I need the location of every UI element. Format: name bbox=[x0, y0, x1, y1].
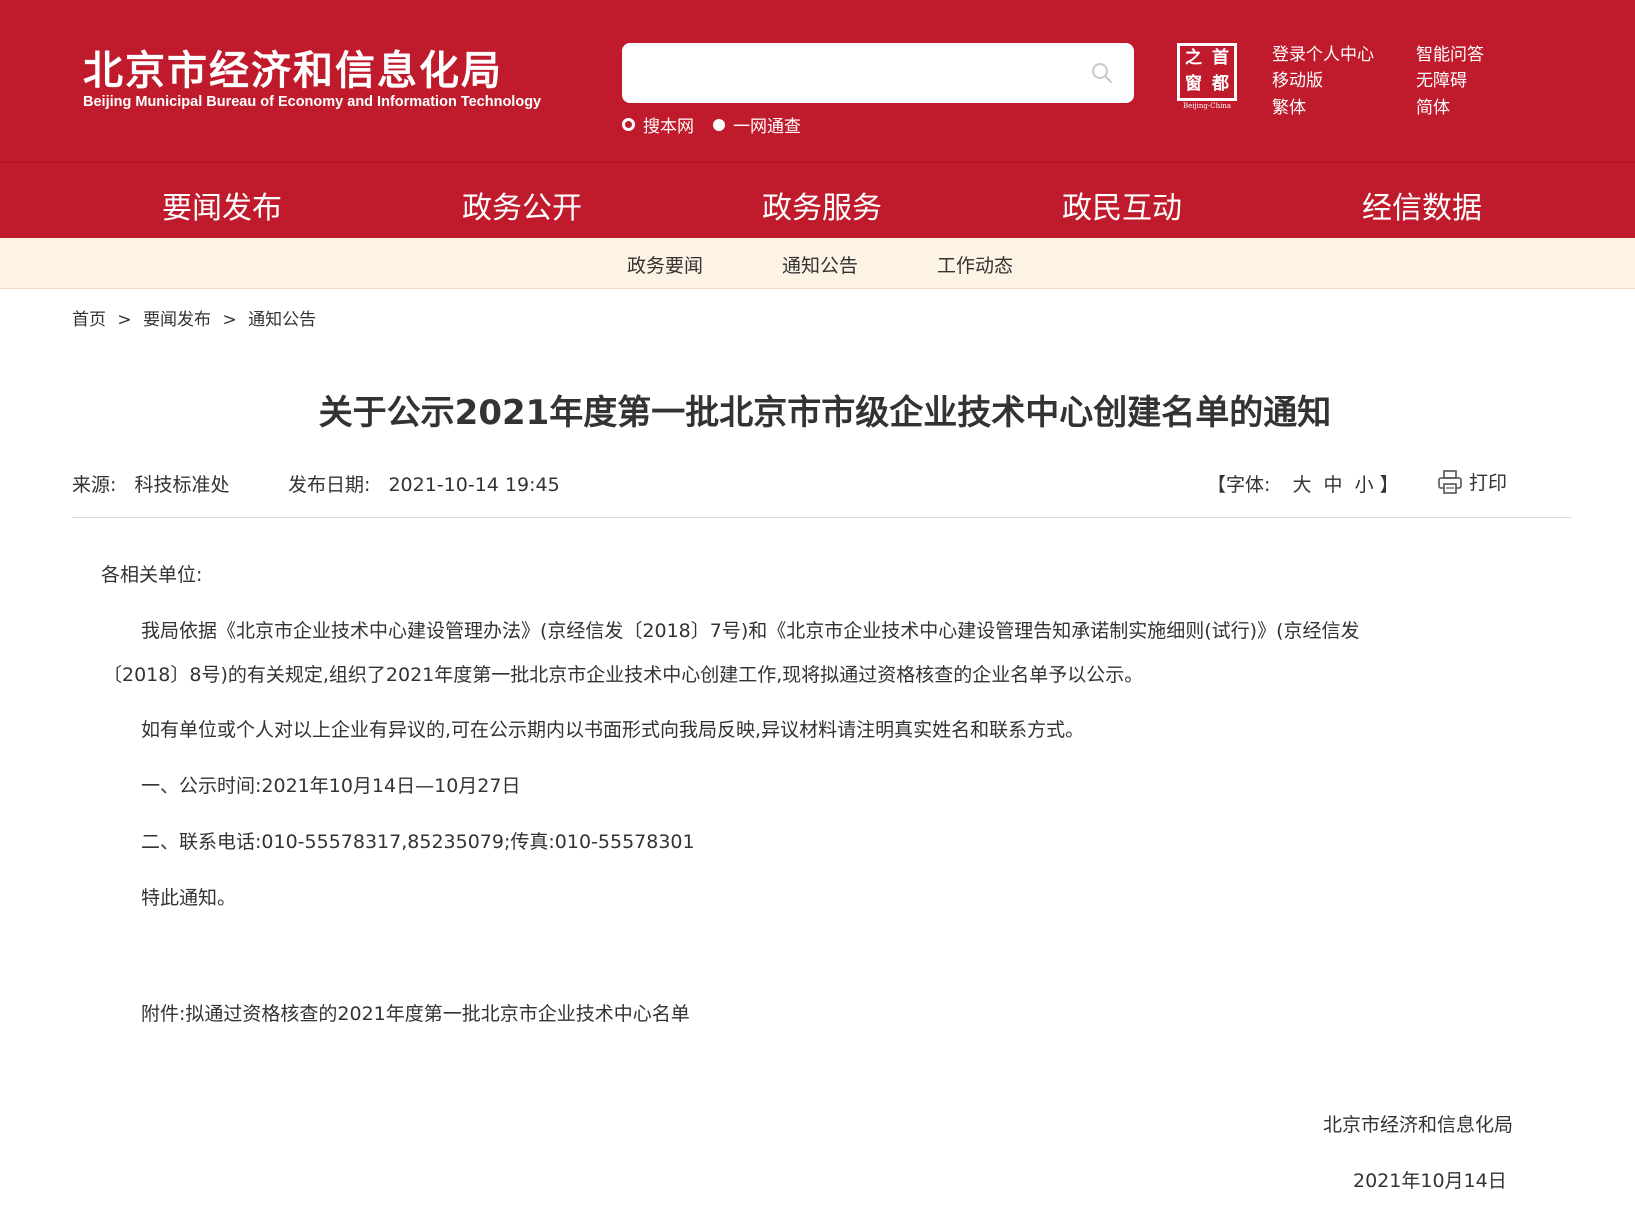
breadcrumb-home[interactable]: 首页 bbox=[72, 310, 106, 330]
paragraph-2: 如有单位或个人对以上企业有异议的,可在公示期内以书面形式向我局反映,异议材料请注… bbox=[141, 719, 1085, 741]
printer-icon bbox=[1438, 469, 1462, 494]
nav-data[interactable]: 经信数据 bbox=[1362, 183, 1482, 227]
paragraph-5: 特此通知。 bbox=[141, 887, 237, 909]
font-size-label: 【字体: bbox=[1207, 474, 1271, 496]
article-date: 发布日期: 2021-10-14 19:45 bbox=[288, 470, 560, 497]
radio-unselected-icon bbox=[713, 118, 725, 131]
article-title: 关于公示2021年度第一批北京市市级企业技术中心创建名单的通知 bbox=[318, 393, 1332, 433]
radio-selected-icon bbox=[622, 118, 635, 131]
login-link[interactable]: 登录个人中心 bbox=[1272, 40, 1374, 65]
print-button[interactable]: 打印 bbox=[1437, 468, 1507, 495]
paragraph-3: 一、公示时间:2021年10月14日—10月27日 bbox=[141, 775, 521, 797]
salutation: 各相关单位: bbox=[101, 564, 203, 586]
search-scope-site-label: 搜本网 bbox=[643, 117, 694, 137]
capital-window-caption: Beijing-China bbox=[1182, 102, 1232, 110]
font-size-medium[interactable]: 中 bbox=[1324, 474, 1343, 496]
search-scope-site[interactable]: 搜本网 bbox=[622, 112, 694, 137]
search-icon[interactable] bbox=[1090, 61, 1114, 85]
divider bbox=[72, 517, 1572, 518]
simplified-link[interactable]: 简体 bbox=[1416, 93, 1450, 118]
paragraph-4: 二、联系电话:010-55578317,85235079;传真:010-5557… bbox=[141, 831, 695, 853]
font-size-small[interactable]: 小 bbox=[1355, 474, 1374, 496]
nav-news[interactable]: 要闻发布 bbox=[162, 183, 282, 245]
capital-window-badge[interactable]: 之 首 窗 都 Beijing-China bbox=[1175, 43, 1239, 113]
nav-gov-affairs[interactable]: 政务公开 bbox=[462, 183, 582, 227]
smart-qa-link[interactable]: 智能问答 bbox=[1416, 40, 1484, 65]
attachment-link[interactable]: 附件:拟通过资格核查的2021年度第一批北京市企业技术中心名单 bbox=[141, 999, 690, 1026]
signature-date: 2021年10月14日 bbox=[1353, 1170, 1507, 1192]
nav-interaction[interactable]: 政民互动 bbox=[1062, 183, 1182, 227]
signature: 北京市经济和信息化局 bbox=[1323, 1114, 1514, 1136]
font-size-close: 】 bbox=[1379, 474, 1399, 496]
breadcrumb: 首页 > 要闻发布 > 通知公告 bbox=[72, 305, 316, 330]
print-label: 打印 bbox=[1469, 472, 1508, 494]
article-source: 来源: 科技标准处 bbox=[72, 470, 229, 497]
source-label: 来源: bbox=[72, 474, 117, 496]
breadcrumb-notices[interactable]: 通知公告 bbox=[248, 310, 316, 330]
date-value: 2021-10-14 19:45 bbox=[388, 474, 560, 496]
breadcrumb-news[interactable]: 要闻发布 bbox=[143, 310, 211, 330]
badge-char: 窗 bbox=[1185, 74, 1202, 94]
badge-char: 之 bbox=[1185, 48, 1202, 68]
site-header: 北京市经济和信息化局 Beijing Municipal Bureau of E… bbox=[0, 0, 1635, 162]
mobile-link[interactable]: 移动版 bbox=[1272, 66, 1323, 91]
capital-window-logo: 之 首 窗 都 bbox=[1177, 43, 1237, 101]
breadcrumb-separator: > bbox=[117, 310, 132, 330]
search-scope-all-label: 一网通查 bbox=[733, 117, 801, 137]
source-value: 科技标准处 bbox=[134, 474, 230, 496]
site-logo-title[interactable]: 北京市经济和信息化局 bbox=[83, 38, 503, 96]
font-size-switcher: 【字体: 大 中 小 】 bbox=[1207, 470, 1399, 497]
paragraph-1-line-2: 〔2018〕8号)的有关规定,组织了2021年度第一批北京市企业技术中心创建工作… bbox=[103, 664, 1144, 686]
search-scope-all[interactable]: 一网通查 bbox=[713, 112, 801, 137]
accessibility-link[interactable]: 无障碍 bbox=[1416, 66, 1467, 91]
search-input[interactable] bbox=[638, 57, 1072, 91]
font-size-large[interactable]: 大 bbox=[1292, 474, 1311, 496]
subnav-notices[interactable]: 通知公告 bbox=[782, 251, 858, 278]
traditional-link[interactable]: 繁体 bbox=[1272, 93, 1306, 118]
site-logo-subtitle: Beijing Municipal Bureau of Economy and … bbox=[83, 94, 542, 110]
badge-char: 都 bbox=[1212, 74, 1229, 94]
search-box bbox=[622, 43, 1134, 103]
main-nav: 要闻发布 政务公开 政务服务 政民互动 经信数据 bbox=[0, 162, 1635, 245]
sub-nav: 政务要闻 通知公告 工作动态 bbox=[0, 238, 1635, 289]
subnav-gov-news[interactable]: 政务要闻 bbox=[627, 251, 703, 278]
nav-gov-services[interactable]: 政务服务 bbox=[762, 183, 882, 227]
breadcrumb-separator: > bbox=[222, 310, 237, 330]
paragraph-1-line-1: 我局依据《北京市企业技术中心建设管理办法》(京经信发〔2018〕7号)和《北京市… bbox=[141, 620, 1360, 642]
date-label: 发布日期: bbox=[288, 474, 371, 496]
subnav-work-updates[interactable]: 工作动态 bbox=[937, 251, 1013, 278]
badge-char: 首 bbox=[1212, 48, 1229, 68]
